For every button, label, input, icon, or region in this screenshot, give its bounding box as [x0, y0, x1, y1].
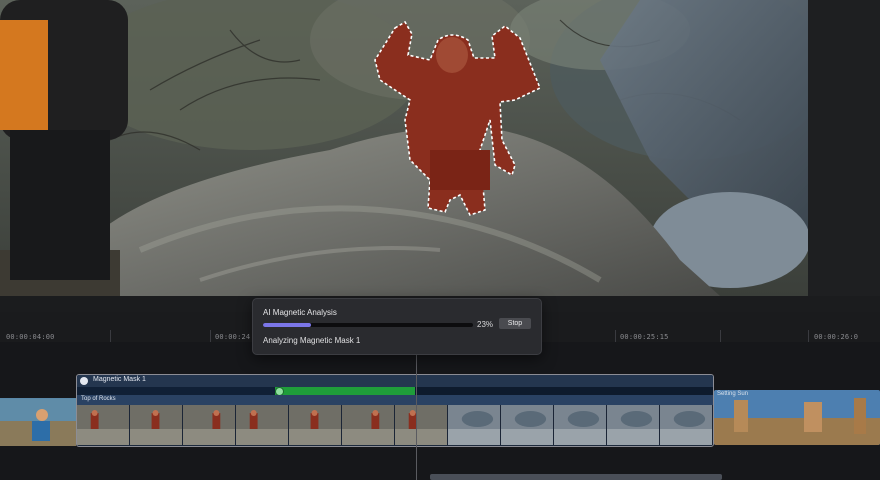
ai-magnetic-analysis-dialog: AI Magnetic Analysis 23% Stop Analyzing … — [252, 298, 542, 355]
clip-thumbnail — [0, 399, 76, 446]
film-frame — [607, 405, 660, 445]
progress-fill — [263, 323, 312, 327]
timeline-clip-right[interactable]: Setting Sun — [714, 390, 880, 445]
inspector-panel-edge — [808, 0, 880, 296]
film-frame — [236, 405, 289, 445]
film-frame — [501, 405, 554, 445]
video-viewer[interactable] — [0, 0, 880, 296]
analysis-track — [77, 387, 713, 396]
film-frame — [130, 405, 183, 445]
ruler-tick — [808, 330, 809, 342]
clip-thumbnail — [714, 390, 880, 445]
film-frame — [448, 405, 501, 445]
ruler-timecode: 00:00:26:0 — [814, 333, 859, 341]
ruler-timecode: 00:00:25:15 — [620, 333, 669, 341]
ruler-tick — [720, 330, 721, 342]
mask-icon — [80, 377, 88, 385]
film-frame — [183, 405, 236, 445]
magnetic-mask-bar[interactable]: Magnetic Mask 1 — [77, 375, 713, 387]
ruler-timecode: 00:00:04:00 — [6, 333, 55, 341]
clip-label: Top of Rocks — [81, 396, 116, 402]
ruler-tick — [110, 330, 111, 342]
ruler-tick — [615, 330, 616, 342]
analysis-status: Analyzing Magnetic Mask 1 — [263, 336, 361, 345]
mask-label: Magnetic Mask 1 — [93, 376, 146, 383]
ruler-tick — [210, 330, 211, 342]
film-frame — [554, 405, 607, 445]
magnetic-mask-clip[interactable]: Magnetic Mask 1 Top of Rocks — [76, 374, 714, 447]
video-frame — [0, 0, 880, 296]
clip-filmstrip — [77, 405, 713, 445]
film-frame — [395, 405, 448, 445]
dialog-title: AI Magnetic Analysis — [263, 308, 337, 317]
clip-label-bar: Top of Rocks — [77, 395, 713, 405]
film-frame — [342, 405, 395, 445]
analysis-pending-segment — [415, 387, 713, 395]
film-frame — [77, 405, 130, 445]
timeline-clip-bottom[interactable] — [430, 474, 722, 480]
stop-button[interactable]: Stop — [499, 318, 531, 329]
analysis-progress-segment — [275, 387, 415, 395]
film-frame — [660, 405, 713, 445]
analysis-progress-bar — [263, 323, 473, 327]
clip-label-right: Setting Sun — [717, 391, 749, 397]
film-frame — [289, 405, 342, 445]
timeline-clip-left[interactable] — [0, 398, 76, 446]
progress-percent: 23% — [477, 320, 494, 329]
